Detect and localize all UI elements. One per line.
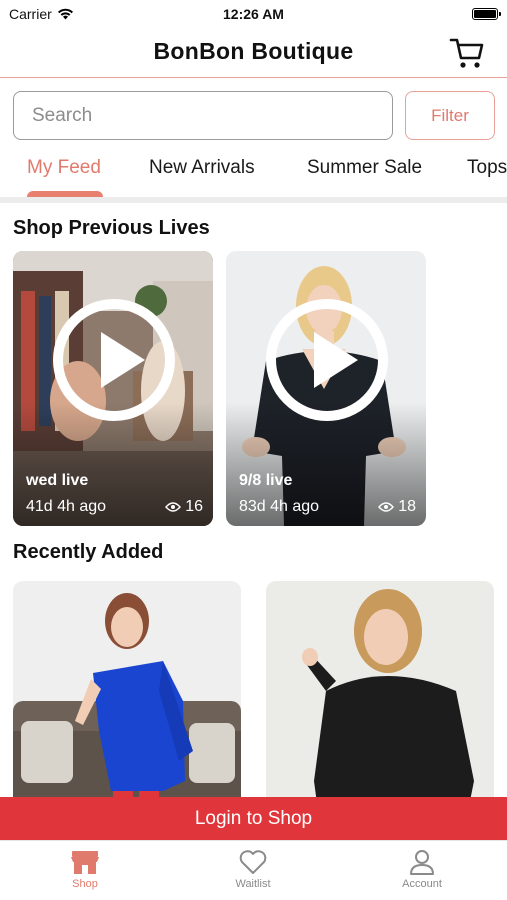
- cart-button[interactable]: [449, 36, 485, 70]
- cart-icon: [449, 38, 484, 68]
- clock: 12:26 AM: [223, 6, 284, 22]
- eye-icon: [378, 502, 395, 512]
- live-time-ago: 83d 4h ago: [239, 498, 320, 515]
- view-count: 18: [398, 498, 416, 515]
- live-name: wed live: [26, 472, 89, 489]
- tab-tops[interactable]: Tops: [467, 157, 507, 179]
- nav-account[interactable]: Account: [372, 849, 472, 890]
- previous-lives-title: Shop Previous Lives: [13, 217, 210, 239]
- nav-shop[interactable]: Shop: [35, 849, 135, 890]
- divider: [0, 197, 507, 203]
- store-icon: [71, 851, 99, 874]
- play-icon[interactable]: [266, 299, 388, 421]
- bottom-nav: Shop Waitlist Account: [0, 840, 507, 900]
- live-card[interactable]: 9/8 live 83d 4h ago 18: [226, 251, 426, 526]
- filter-button[interactable]: Filter: [405, 91, 495, 140]
- user-icon: [410, 850, 434, 875]
- eye-icon: [165, 502, 182, 512]
- app-title: BonBon Boutique: [153, 38, 354, 64]
- battery-icon: [472, 8, 501, 20]
- live-name: 9/8 live: [239, 472, 293, 489]
- live-card[interactable]: wed live 41d 4h ago 16: [13, 251, 213, 526]
- nav-label: Account: [402, 878, 442, 890]
- live-time-ago: 41d 4h ago: [26, 498, 107, 515]
- tab-new-arrivals[interactable]: New Arrivals: [149, 157, 255, 179]
- live-views: 16: [165, 498, 203, 516]
- app-header: BonBon Boutique: [0, 28, 507, 78]
- tab-summer-sale[interactable]: Summer Sale: [307, 157, 422, 179]
- tab-my-feed[interactable]: My Feed: [27, 157, 101, 179]
- nav-label: Waitlist: [235, 878, 271, 890]
- search-input[interactable]: [13, 91, 393, 140]
- heart-icon: [239, 850, 267, 874]
- play-icon[interactable]: [53, 299, 175, 421]
- recently-added-title: Recently Added: [13, 541, 164, 563]
- nav-waitlist[interactable]: Waitlist: [203, 849, 303, 890]
- login-to-shop-button[interactable]: Login to Shop: [0, 797, 507, 840]
- nav-label: Shop: [72, 878, 98, 890]
- live-views: 18: [378, 498, 416, 516]
- view-count: 16: [185, 498, 203, 515]
- category-tabs: My Feed New Arrivals Summer Sale Tops: [0, 150, 507, 200]
- status-bar: Carrier 12:26 AM: [0, 0, 507, 28]
